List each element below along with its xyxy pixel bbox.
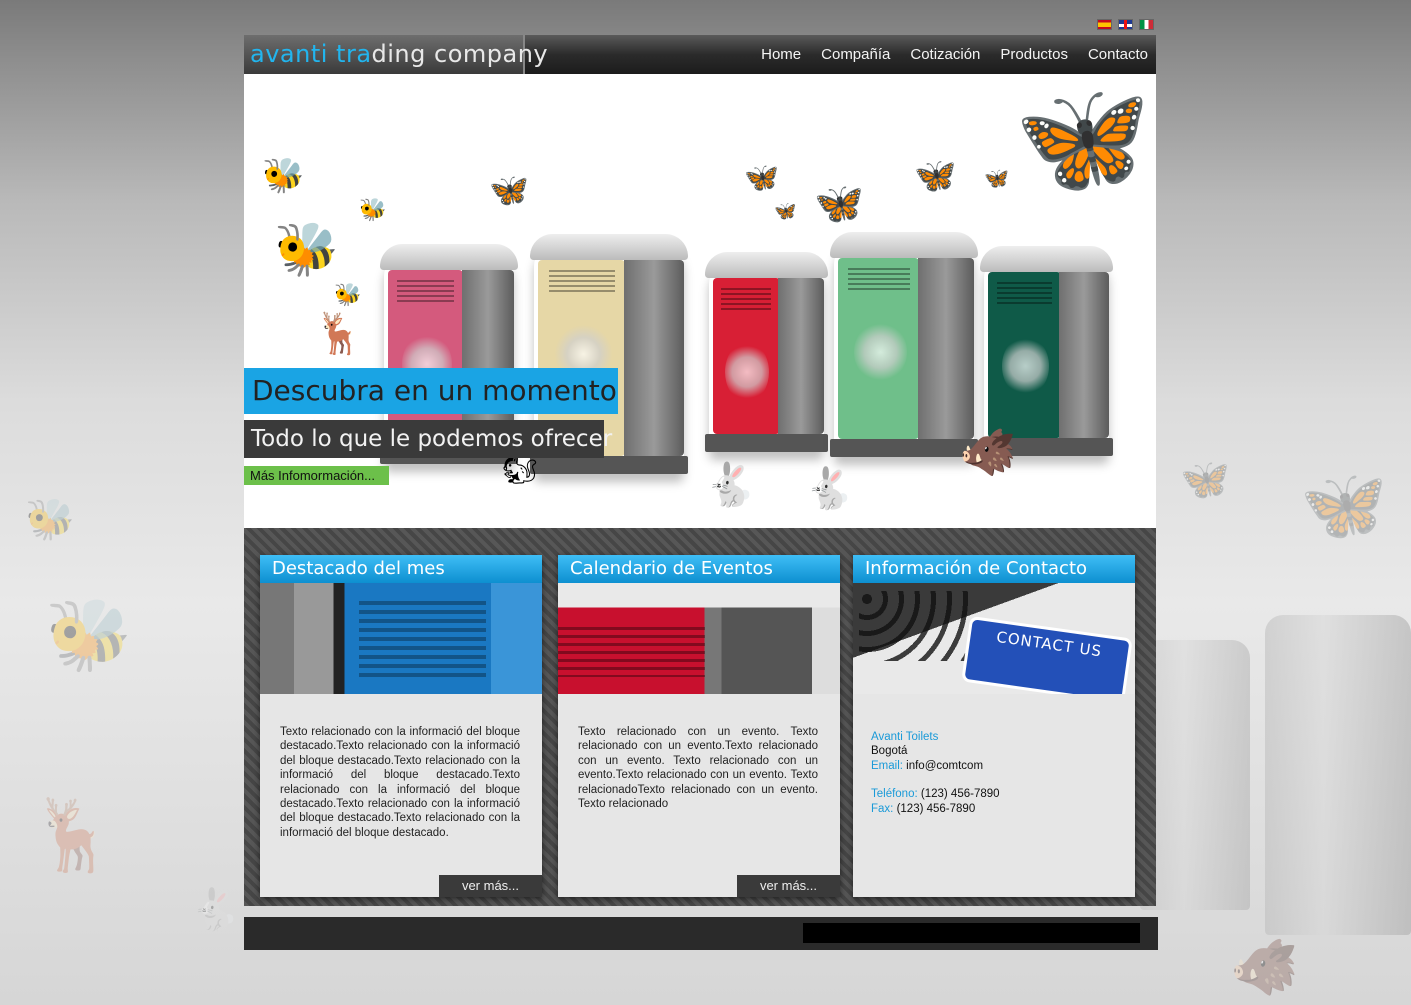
background-toilet-right <box>1265 615 1411 935</box>
hero-banner: 🐝 🐝 🐝 🐝 🦌 🦋 🦋 🦋 🦋 🦋 🦋 🦋 🐿 🐇 🐇 🐗 Descubra… <box>244 74 1156 528</box>
contact-fax: (123) 456-7890 <box>896 802 976 815</box>
rabbit-icon: 🐇 <box>804 467 854 511</box>
featured-card: Destacado del mes Texto relacionado con … <box>260 555 542 897</box>
events-card-image <box>558 583 840 694</box>
language-selector <box>1097 19 1154 30</box>
butterfly-icon: 🦋 <box>814 182 864 226</box>
content-panels: Destacado del mes Texto relacionado con … <box>244 528 1156 906</box>
nav-products[interactable]: Productos <box>1000 46 1068 63</box>
butterfly-icon: 🦋 <box>1014 77 1151 200</box>
butterfly-icon: 🦋 <box>774 201 797 221</box>
site-footer <box>244 917 1158 950</box>
portable-toilet-red <box>705 252 828 452</box>
logo-text-white: ding company <box>371 40 549 68</box>
background-toilet-left <box>1140 640 1250 910</box>
nav-quote[interactable]: Cotización <box>910 46 980 63</box>
featured-card-title: Destacado del mes <box>260 555 542 583</box>
email-label: Email: <box>871 759 903 772</box>
featured-more-button[interactable]: ver más... <box>439 875 542 897</box>
deer-icon: 🦌 <box>314 312 364 356</box>
contact-card: Información de Contacto CONTACT US Avant… <box>853 555 1135 897</box>
featured-card-text: Texto relacionado con la informació del … <box>280 726 520 839</box>
boar-icon: 🐗 <box>959 426 1017 478</box>
contact-us-sign: CONTACT US <box>961 615 1133 694</box>
contact-phone: (123) 456-7890 <box>920 788 1000 801</box>
contact-card-title: Información de Contacto <box>853 555 1135 583</box>
rabbit-icon: 🐇 <box>704 461 757 508</box>
events-more-button[interactable]: ver más... <box>737 875 840 897</box>
italy-flag-icon[interactable] <box>1139 19 1154 30</box>
nav-company[interactable]: Compañía <box>821 46 890 63</box>
phone-keypad <box>859 591 969 661</box>
site-logo[interactable]: avanti trading company <box>244 35 548 74</box>
portable-toilet-green <box>830 232 978 457</box>
background-bee-icon: 🐝 <box>25 498 75 542</box>
site-header: avanti trading company Home Compañía Cot… <box>244 35 1156 74</box>
phone-label: Teléfono: <box>871 788 918 801</box>
bee-icon: 🐝 <box>274 221 339 279</box>
featured-card-image <box>260 583 542 694</box>
butterfly-icon: 🦋 <box>489 172 529 208</box>
logo-text-blue: avanti tra <box>250 40 372 68</box>
spain-flag-icon[interactable] <box>1097 19 1112 30</box>
contact-company: Avanti Toilets <box>871 731 939 743</box>
uk-flag-icon[interactable] <box>1118 19 1133 30</box>
background-rabbit-icon: 🐇 <box>190 888 240 932</box>
footer-black-bar <box>803 923 1140 943</box>
background-butterfly-icon: 🦋 <box>1180 458 1230 502</box>
butterfly-icon: 🦋 <box>744 162 779 193</box>
events-card-text: Texto relacionado con un evento. Texto r… <box>578 726 818 811</box>
bee-icon: 🐝 <box>359 197 387 222</box>
events-card: Calendario de Eventos Texto relacionado … <box>558 555 840 897</box>
nav-home[interactable]: Home <box>761 46 801 63</box>
fax-label: Fax: <box>871 802 894 815</box>
butterfly-icon: 🦋 <box>984 168 1009 190</box>
background-butterfly-icon: 🦋 <box>1300 466 1388 544</box>
bee-icon: 🐝 <box>262 157 305 195</box>
contact-card-image: CONTACT US <box>853 583 1135 694</box>
main-nav: Home Compañía Cotización Productos Conta… <box>761 35 1148 74</box>
background-bee-icon: 🐝 <box>45 596 133 674</box>
hero-headline: Descubra en un momento <box>244 368 618 414</box>
squirrel-icon: 🐿 <box>502 454 538 485</box>
hero-subheadline: Todo lo que le podemos ofrecer <box>244 420 612 458</box>
contact-city: Bogotá <box>871 745 908 758</box>
contact-email[interactable]: info@comtcom <box>906 760 983 772</box>
bee-icon: 🐝 <box>334 282 362 307</box>
nav-contact[interactable]: Contacto <box>1088 46 1148 63</box>
butterfly-icon: 🦋 <box>914 157 957 195</box>
more-info-button[interactable]: Más Infomormación... <box>244 466 389 485</box>
background-deer-icon: 🦌 <box>30 796 118 874</box>
contact-info: Avanti Toilets Bogotá Email: info@comtco… <box>871 730 1000 816</box>
events-card-title: Calendario de Eventos <box>558 555 840 583</box>
background-boar-icon: 🐗 <box>1230 936 1299 998</box>
